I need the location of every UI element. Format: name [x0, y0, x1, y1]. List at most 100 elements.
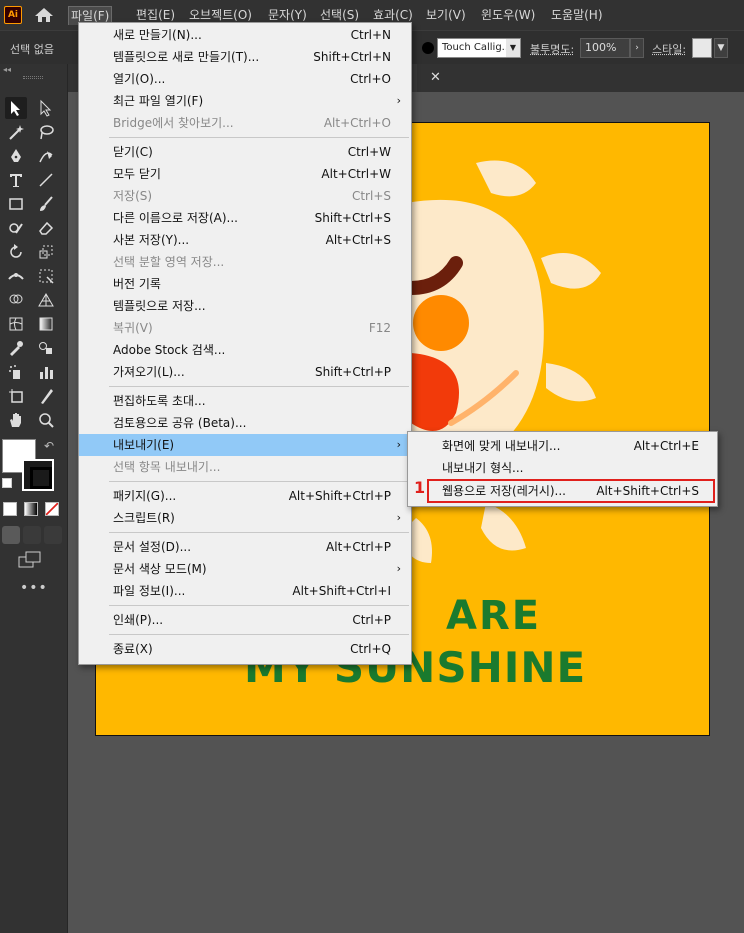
- opacity-label[interactable]: 불투명도:: [530, 41, 574, 57]
- perspective-grid-icon[interactable]: [35, 289, 57, 311]
- menu-item-scripts[interactable]: 스크립트(R) ›: [79, 507, 411, 529]
- chevron-right-icon: ›: [396, 94, 401, 107]
- menu-divider: [109, 605, 409, 606]
- menu-item-label: 템플릿으로 새로 만들기(T)...: [113, 50, 260, 64]
- menu-item-search-adobe-stock[interactable]: Adobe Stock 검색...: [79, 339, 411, 361]
- rotate-icon[interactable]: [5, 241, 27, 263]
- menu-item-close[interactable]: 닫기(C) Ctrl+W: [79, 141, 411, 163]
- menu-item-exit[interactable]: 종료(X) Ctrl+Q: [79, 638, 411, 660]
- none-mode-icon[interactable]: [45, 502, 59, 516]
- free-transform-icon[interactable]: [35, 265, 57, 287]
- paintbrush-icon[interactable]: [35, 193, 57, 215]
- menu-item-package[interactable]: 패키지(G)... Alt+Shift+Ctrl+P: [79, 485, 411, 507]
- symbol-sprayer-icon[interactable]: [5, 361, 27, 383]
- shortcut: Ctrl+N: [350, 28, 391, 42]
- gradient-icon[interactable]: [35, 313, 57, 335]
- swap-colors-icon[interactable]: ↶: [44, 439, 54, 453]
- menu-item-label: 스크립트(R): [113, 511, 175, 525]
- chevron-down-icon[interactable]: ▼: [714, 38, 728, 58]
- menu-item-label: 닫기(C): [113, 145, 153, 159]
- close-icon[interactable]: ✕: [430, 70, 441, 85]
- shortcut: Ctrl+O: [350, 72, 391, 86]
- stroke-color-swatch[interactable]: [22, 459, 54, 491]
- menu-item-save-selected-slices: 선택 분할 영역 저장...: [79, 251, 411, 273]
- column-graph-icon[interactable]: [35, 361, 57, 383]
- slice-icon[interactable]: [35, 385, 57, 407]
- menu-item-label: Bridge에서 찾아보기...: [113, 116, 234, 130]
- style-swatch[interactable]: [692, 38, 712, 58]
- magic-wand-icon[interactable]: [5, 121, 27, 143]
- default-colors-icon[interactable]: [2, 478, 12, 488]
- type-icon[interactable]: [5, 169, 27, 191]
- scale-icon[interactable]: [35, 241, 57, 263]
- menu-divider: [109, 532, 409, 533]
- menu-item-version-history[interactable]: 버전 기록: [79, 273, 411, 295]
- shortcut: Alt+Ctrl+S: [325, 233, 391, 247]
- menu-item-invite-to-edit[interactable]: 편집하도록 초대...: [79, 390, 411, 412]
- mesh-icon[interactable]: [5, 313, 27, 335]
- artboard-icon[interactable]: [5, 385, 27, 407]
- menu-item-save-copy[interactable]: 사본 저장(Y)... Alt+Ctrl+S: [79, 229, 411, 251]
- menu-item-label: 사본 저장(Y)...: [113, 233, 190, 247]
- color-mode-icon[interactable]: [3, 502, 17, 516]
- draw-behind-icon[interactable]: [23, 526, 41, 544]
- menu-item-label: Adobe Stock 검색...: [113, 343, 226, 357]
- menu-item-place[interactable]: 가져오기(L)... Shift+Ctrl+P: [79, 361, 411, 383]
- menu-item-share-for-review[interactable]: 검토용으로 공유 (Beta)...: [79, 412, 411, 434]
- menu-item-open[interactable]: 열기(O)... Ctrl+O: [79, 68, 411, 90]
- chevron-right-icon[interactable]: ›: [630, 38, 644, 58]
- menu-item-label: 파일 정보(I)...: [113, 584, 186, 598]
- width-tool-icon[interactable]: [5, 265, 27, 287]
- selection-tool-icon[interactable]: [5, 97, 27, 119]
- eyedropper-icon[interactable]: [5, 337, 27, 359]
- menu-item-save-as[interactable]: 다른 이름으로 저장(A)... Shift+Ctrl+S: [79, 207, 411, 229]
- annotation-step-number: 1: [414, 478, 426, 497]
- menu-item-close-all[interactable]: 모두 닫기 Alt+Ctrl+W: [79, 163, 411, 185]
- shaper-icon[interactable]: [5, 217, 27, 239]
- more-tools-icon[interactable]: •••: [20, 580, 48, 596]
- draw-inside-icon[interactable]: [44, 526, 62, 544]
- home-icon[interactable]: [34, 7, 54, 23]
- screen-mode-icon[interactable]: [18, 551, 42, 569]
- shortcut: Ctrl+Q: [350, 642, 391, 656]
- chevron-right-icon: ›: [396, 511, 401, 524]
- menu-item-document-setup[interactable]: 문서 설정(D)... Alt+Ctrl+P: [79, 536, 411, 558]
- menu-item-file-info[interactable]: 파일 정보(I)... Alt+Shift+Ctrl+I: [79, 580, 411, 602]
- menu-item-export-as[interactable]: 내보내기 형식...: [408, 457, 717, 479]
- menu-divider: [109, 386, 409, 387]
- menu-item-label: 내보내기 형식...: [442, 461, 524, 475]
- shortcut: Ctrl+W: [347, 145, 391, 159]
- draw-normal-icon[interactable]: [2, 526, 20, 544]
- menu-item-browse-bridge: Bridge에서 찾아보기... Alt+Ctrl+O: [79, 112, 411, 134]
- zoom-icon[interactable]: [35, 409, 57, 431]
- lasso-icon[interactable]: [35, 121, 57, 143]
- curvature-icon[interactable]: [35, 145, 57, 167]
- menu-item-new-from-template[interactable]: 템플릿으로 새로 만들기(T)... Shift+Ctrl+N: [79, 46, 411, 68]
- opacity-input[interactable]: 100%: [580, 38, 630, 58]
- panel-grip[interactable]: [23, 76, 43, 79]
- menu-item-export-for-screens[interactable]: 화면에 맞게 내보내기... Alt+Ctrl+E: [408, 435, 717, 457]
- menu-item-new[interactable]: 새로 만들기(N)... Ctrl+N: [79, 24, 411, 46]
- menu-item-export[interactable]: 내보내기(E) ›: [79, 434, 411, 456]
- rectangle-icon[interactable]: [5, 193, 27, 215]
- eraser-icon[interactable]: [35, 217, 57, 239]
- menu-item-document-color-mode[interactable]: 문서 색상 모드(M) ›: [79, 558, 411, 580]
- menu-view[interactable]: 보기(V): [426, 6, 466, 25]
- pen-icon[interactable]: [5, 145, 27, 167]
- shortcut: Alt+Ctrl+P: [326, 540, 391, 554]
- selection-status: 선택 없음: [10, 43, 54, 56]
- menu-item-print[interactable]: 인쇄(P)... Ctrl+P: [79, 609, 411, 631]
- menu-help[interactable]: 도움말(H): [551, 6, 603, 25]
- illustrator-window: Ai 파일(F) 편집(E) 오브젝트(O) 문자(Y) 선택(S) 효과(C)…: [0, 0, 744, 933]
- gradient-mode-icon[interactable]: [24, 502, 38, 516]
- menu-item-save-as-template[interactable]: 템플릿으로 저장...: [79, 295, 411, 317]
- shape-builder-icon[interactable]: [5, 289, 27, 311]
- blend-icon[interactable]: [35, 337, 57, 359]
- hand-icon[interactable]: [5, 409, 27, 431]
- menu-window[interactable]: 윈도우(W): [481, 6, 535, 25]
- direct-selection-icon[interactable]: [35, 97, 57, 119]
- menu-item-open-recent[interactable]: 최근 파일 열기(F) ›: [79, 90, 411, 112]
- menu-item-label: 문서 설정(D)...: [113, 540, 192, 554]
- line-segment-icon[interactable]: [35, 169, 57, 191]
- chevron-down-icon[interactable]: ▼: [506, 39, 520, 57]
